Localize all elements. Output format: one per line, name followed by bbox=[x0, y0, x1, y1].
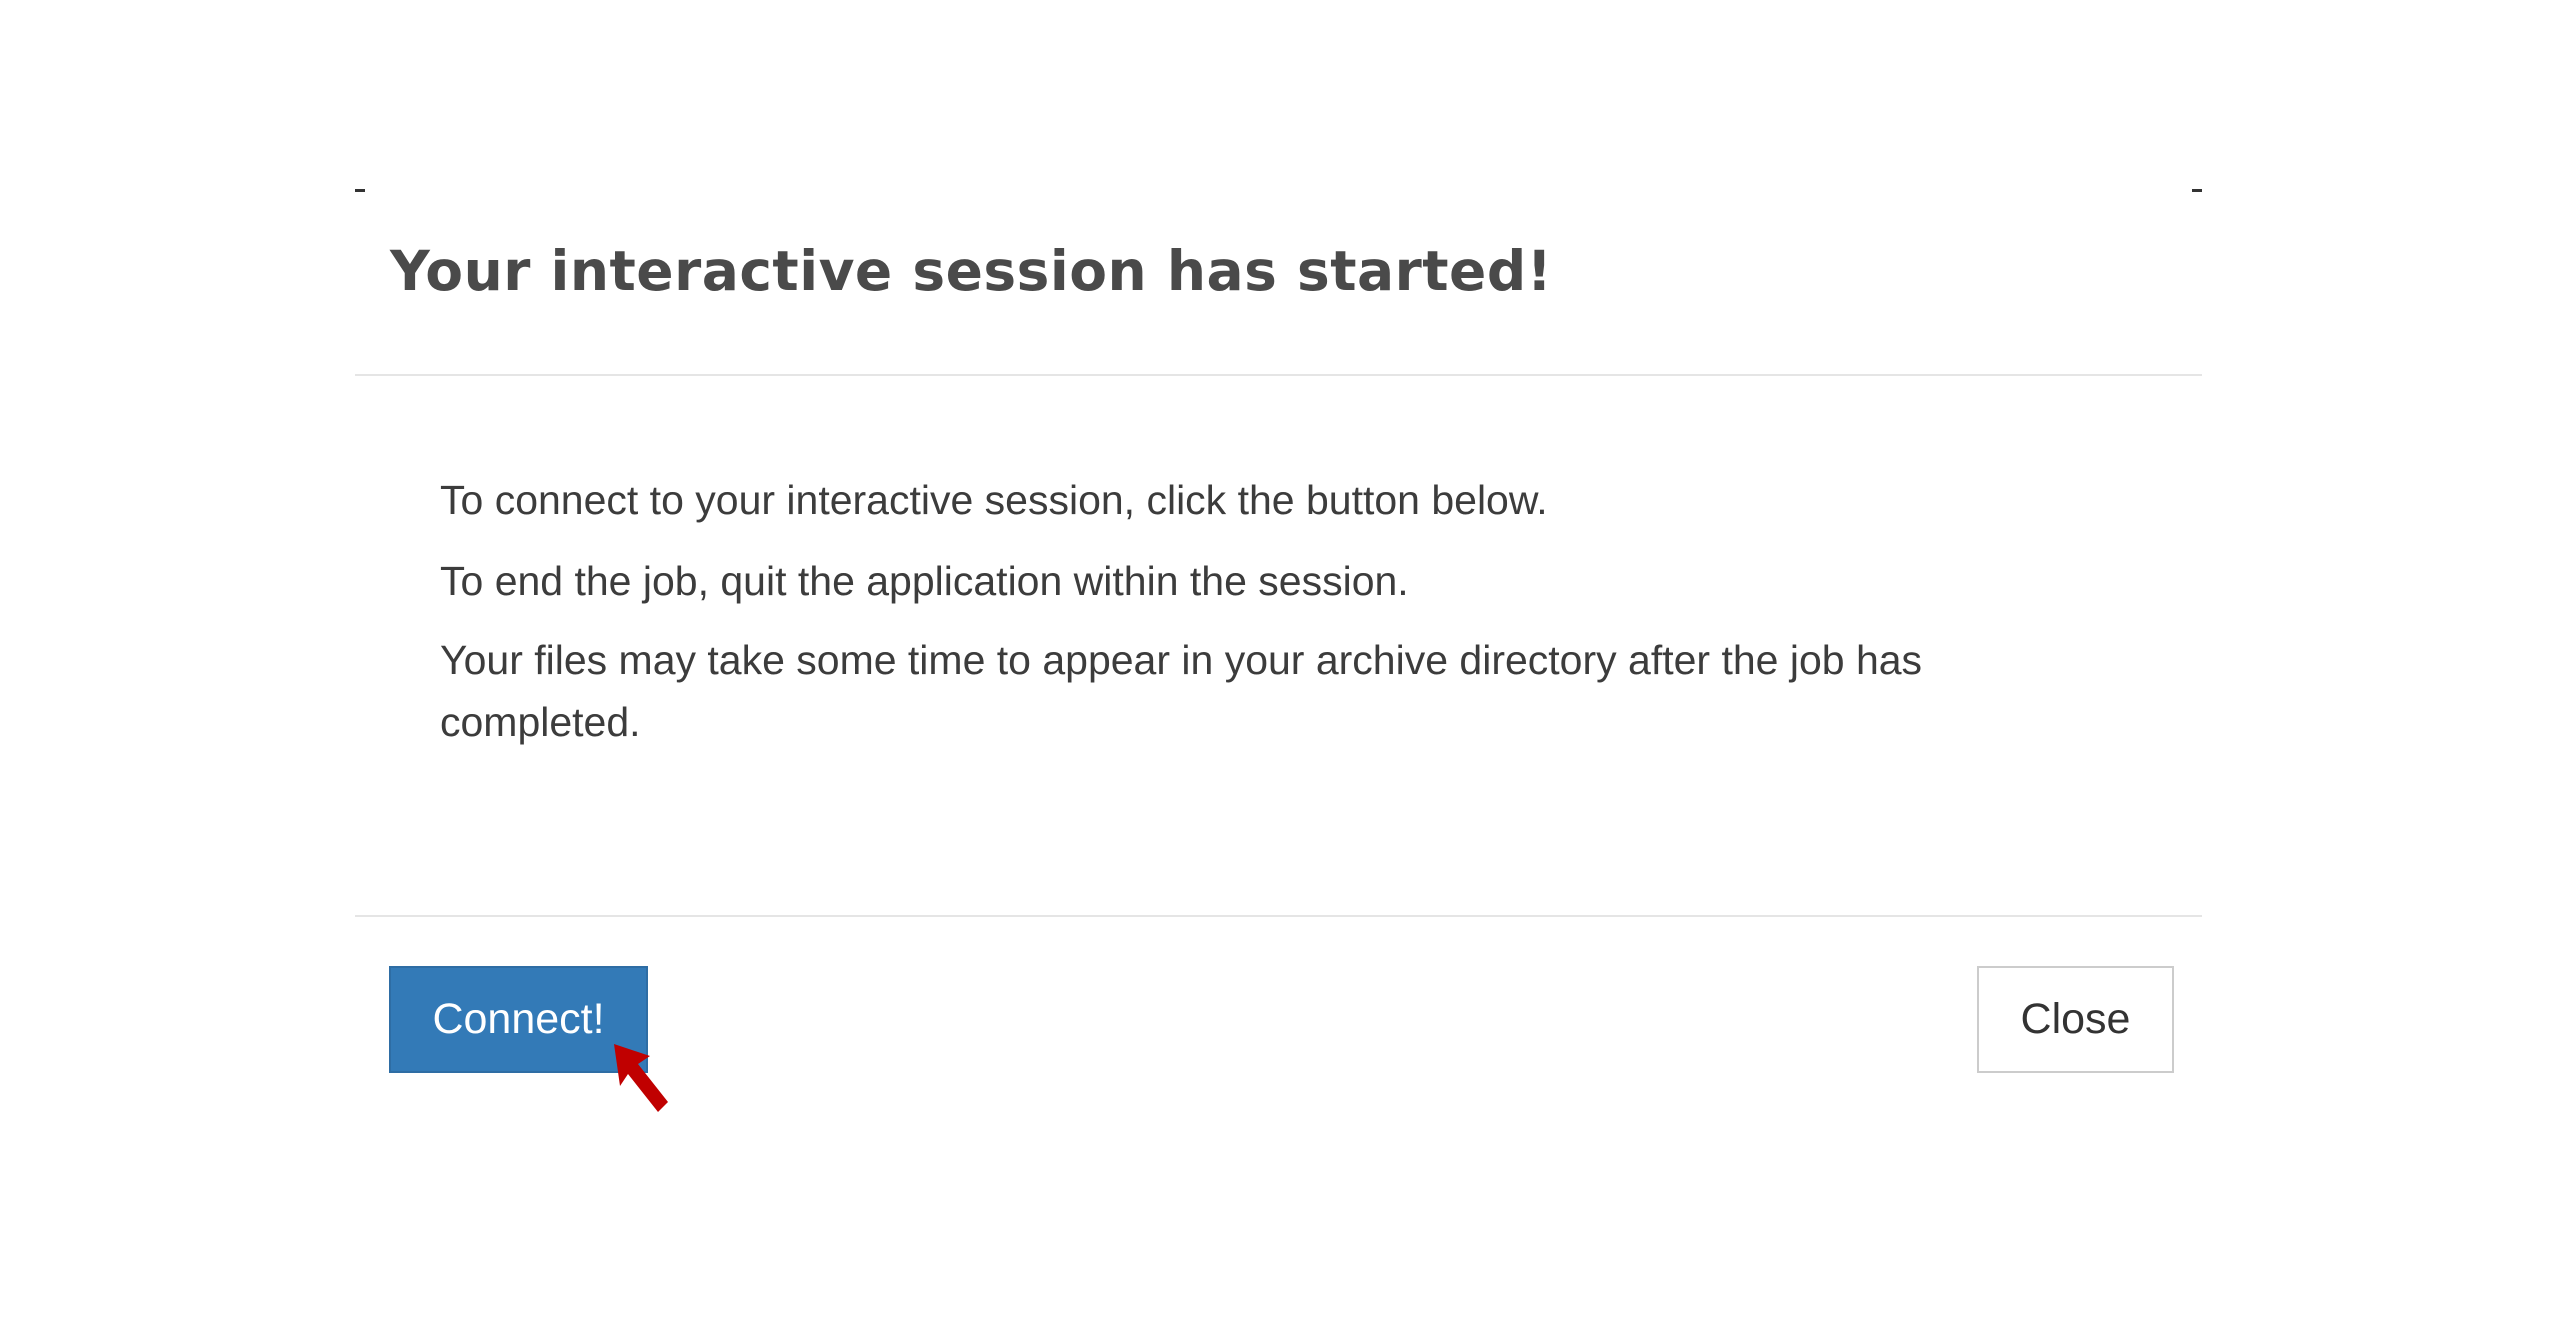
instruction-end-job: To end the job, quit the application wit… bbox=[440, 558, 1409, 604]
page: Your interactive session has started! To… bbox=[0, 0, 2569, 1332]
dialog-title: Your interactive session has started! bbox=[390, 239, 1553, 303]
red-arrow-pointer-icon bbox=[614, 1044, 668, 1112]
instruction-connect: To connect to your interactive session, … bbox=[440, 477, 1548, 523]
close-button[interactable]: Close bbox=[1977, 966, 2174, 1073]
connect-button[interactable]: Connect! bbox=[389, 966, 648, 1073]
instruction-archive: Your files may take some time to appear … bbox=[440, 637, 1923, 745]
dialog-header: Your interactive session has started! bbox=[355, 189, 2202, 376]
session-started-dialog: Your interactive session has started! To… bbox=[355, 189, 2202, 1109]
